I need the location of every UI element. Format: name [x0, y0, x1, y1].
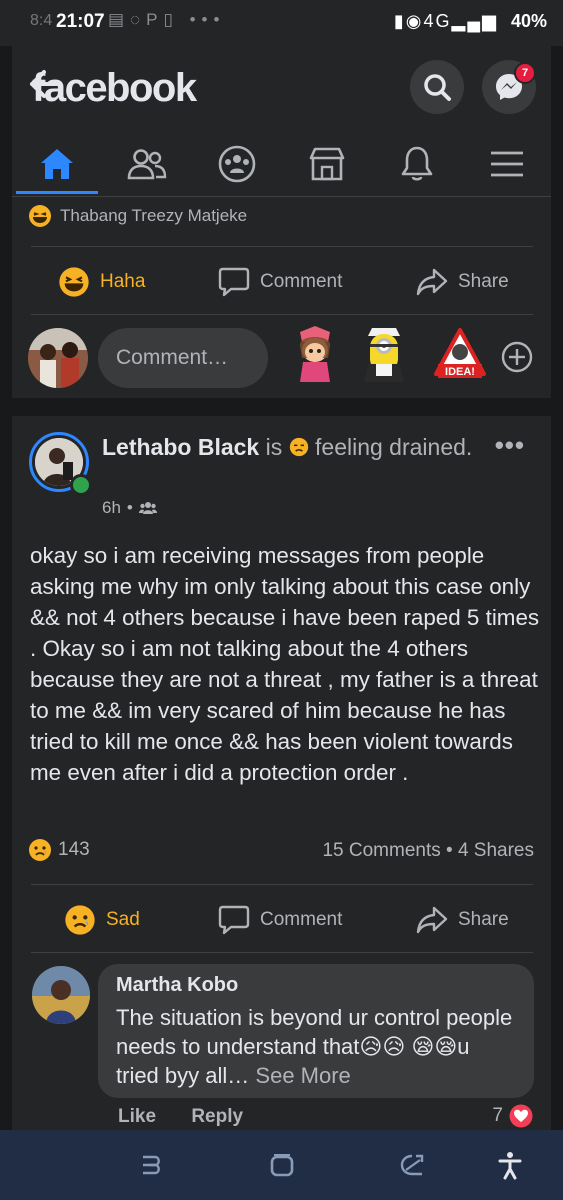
reaction-count[interactable]: 143: [28, 838, 90, 862]
nav-tabs: [12, 134, 551, 194]
back-arrow-icon[interactable]: [26, 64, 60, 104]
status-bar: 8:4 21:07 ▤◌P▯ ••• ▮◉4G▂▄▆ 40%: [0, 0, 563, 46]
comment-icon: [218, 267, 250, 297]
comment-button[interactable]: Comment: [218, 250, 342, 314]
comment-label: Comment: [260, 271, 343, 292]
tabs-divider: [12, 196, 551, 197]
tab-home[interactable]: [12, 134, 102, 194]
bell-icon: [400, 145, 434, 183]
author-name[interactable]: Lethabo Black: [102, 434, 259, 460]
home-icon: [39, 147, 75, 181]
share-label: Share: [458, 909, 509, 930]
back-button-icon[interactable]: [392, 1148, 432, 1182]
online-status-dot: [70, 474, 92, 496]
home-button-icon[interactable]: [262, 1148, 302, 1182]
divider: [31, 952, 533, 953]
accessibility-icon[interactable]: [490, 1148, 530, 1182]
signal-icon: ▮◉4G▂▄▆: [393, 11, 498, 31]
comment-label: Comment: [260, 909, 343, 930]
tab-menu[interactable]: [462, 134, 551, 194]
share-button[interactable]: Share: [416, 250, 509, 314]
is-text: is: [265, 434, 283, 460]
friends-icon: [127, 147, 167, 181]
like-link[interactable]: Like: [118, 1106, 156, 1127]
commenter-name[interactable]: Martha Kobo: [116, 974, 516, 997]
see-more-link[interactable]: See More: [255, 1063, 350, 1088]
search-button[interactable]: [410, 60, 464, 114]
notification-icons: ▤◌P▯ •••: [108, 10, 226, 29]
messenger-badge: 7: [514, 62, 536, 84]
sad-face-icon: [289, 437, 309, 457]
divider: [31, 314, 533, 315]
sticker-minion-icon[interactable]: [356, 324, 420, 390]
post-actions: Sad Comment Share: [12, 888, 551, 952]
haha-button[interactable]: Haha: [58, 250, 145, 314]
comment-composer: Comment… IDEA!: [12, 316, 551, 396]
sad-reaction-icon: [64, 904, 96, 936]
system-nav-bar: [0, 1130, 563, 1200]
status-time: 21:07: [56, 11, 105, 32]
tab-friends[interactable]: [102, 134, 192, 194]
sticker-idea-icon[interactable]: IDEA!: [432, 324, 496, 390]
feed-separator: [12, 398, 551, 416]
prev-post-actions: Haha Comment Share: [12, 250, 551, 314]
comment-bubble[interactable]: Martha Kobo The situation is beyond ur c…: [98, 964, 534, 1098]
post-stats: 143 15 Comments • 4 Shares: [28, 838, 534, 868]
menu-icon: [489, 149, 525, 179]
haha-icon: [28, 204, 52, 228]
comment-input[interactable]: Comment…: [98, 328, 268, 388]
tab-notifications[interactable]: [372, 134, 462, 194]
reactor-name: Thabang Treezy Matjeke: [60, 206, 248, 225]
add-sticker-icon[interactable]: [500, 340, 534, 374]
heart-icon: [509, 1104, 533, 1128]
haha-icon: [58, 266, 90, 298]
reaction-summary[interactable]: Thabang Treezy Matjeke: [28, 204, 247, 228]
marketplace-icon: [308, 146, 346, 182]
comment-actions: Like Reply: [118, 1106, 273, 1128]
friends-audience-icon: [138, 501, 157, 515]
sad-reaction-icon: [28, 838, 52, 862]
reply-link[interactable]: Reply: [191, 1106, 243, 1127]
share-label: Share: [458, 271, 509, 292]
share-button[interactable]: Share: [416, 888, 509, 952]
reaction-count-text: 143: [58, 839, 90, 860]
tab-groups[interactable]: [192, 134, 282, 194]
post-header: Lethabo Black is feeling drained.: [102, 432, 482, 462]
app-frame: facebook 7 Thabang Treezy Matjeke Haha C…: [12, 46, 551, 1200]
recent-apps-icon[interactable]: [132, 1148, 172, 1182]
comments-shares[interactable]: 15 Comments • 4 Shares: [322, 840, 534, 862]
search-icon: [422, 72, 452, 102]
divider: [31, 246, 533, 247]
comment-text: The situation is beyond ur control peopl…: [116, 1005, 513, 1088]
haha-label: Haha: [100, 271, 146, 292]
sticker-girl-icon[interactable]: [290, 324, 354, 390]
comment-button[interactable]: Comment: [218, 888, 342, 952]
status-right: ▮◉4G▂▄▆ 40%: [394, 11, 547, 32]
messenger-button[interactable]: 7: [482, 60, 536, 114]
status-ghost-time: 8:4: [30, 12, 53, 29]
divider: [31, 884, 533, 885]
share-icon: [416, 267, 448, 297]
app-header: facebook 7: [12, 46, 551, 134]
sad-button[interactable]: Sad: [64, 888, 140, 952]
commenter-avatar[interactable]: [32, 966, 90, 1024]
sad-label: Sad: [106, 909, 140, 930]
feeling-text: feeling drained.: [315, 434, 473, 460]
comment-reaction-count[interactable]: 7: [492, 1104, 533, 1128]
battery-level: 40%: [510, 11, 547, 31]
more-options-icon[interactable]: •••: [495, 430, 525, 461]
my-avatar[interactable]: [28, 328, 88, 388]
groups-icon: [217, 144, 257, 184]
comment-icon: [218, 905, 250, 935]
tab-marketplace[interactable]: [282, 134, 372, 194]
svg-text:IDEA!: IDEA!: [445, 366, 475, 378]
post-text: okay so i am receiving messages from peo…: [30, 543, 540, 785]
post-time[interactable]: 6h: [102, 498, 121, 518]
post-meta: 6h •: [102, 498, 157, 518]
share-icon: [416, 905, 448, 935]
